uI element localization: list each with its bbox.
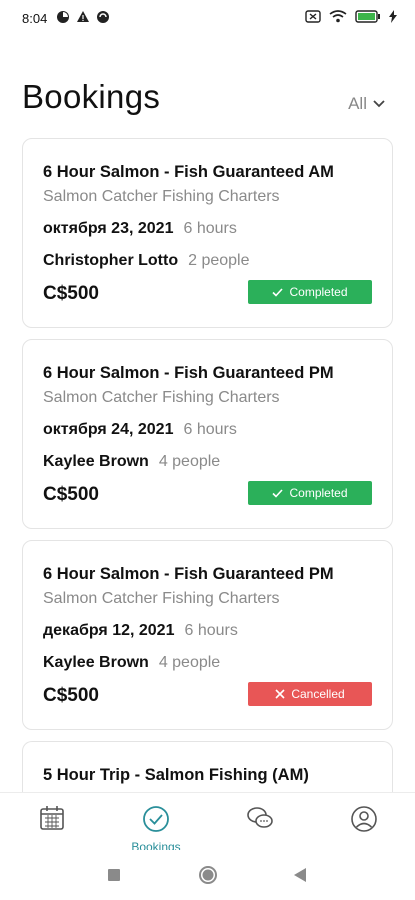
status-badge: Completed [248, 280, 372, 304]
status-bar: 8:04 [0, 0, 415, 36]
customer-name: Christopher Lotto [43, 252, 179, 269]
customer-name: Kaylee Brown [43, 453, 149, 470]
bottom-nav: Bookings [0, 792, 415, 854]
booking-card[interactable]: 6 Hour Salmon - Fish Guaranteed PM Salmo… [22, 540, 393, 730]
wifi-icon [329, 10, 347, 23]
status-badge: Completed [248, 481, 372, 505]
page-title: Bookings [22, 78, 161, 115]
battery-icon [355, 10, 380, 23]
booking-date: октября 23, 2021 [43, 220, 174, 237]
party-size: 4 people [158, 453, 221, 470]
filter-dropdown[interactable]: All [348, 94, 385, 114]
check-circle-icon [143, 806, 169, 832]
booking-price: C$500 [43, 685, 99, 706]
booking-price: C$500 [43, 283, 99, 304]
nav-bookings[interactable]: Bookings [126, 805, 186, 854]
warning-icon [77, 11, 89, 22]
nav-calendar[interactable] [22, 805, 82, 836]
status-time: 8:04 [22, 11, 48, 26]
operator-name: Salmon Catcher Fishing Charters [43, 188, 280, 205]
operator-name: Salmon Catcher Fishing Charters [43, 590, 280, 607]
check-icon [272, 287, 284, 297]
trip-title: 6 Hour Salmon - Fish Guaranteed AM [43, 163, 334, 181]
booking-card[interactable]: 6 Hour Salmon - Fish Guaranteed AM Salmo… [22, 138, 393, 328]
trip-title: 5 Hour Trip - Salmon Fishing (AM) [43, 766, 309, 784]
sim-off-icon [305, 10, 321, 23]
nav-profile[interactable] [334, 805, 394, 838]
back-icon[interactable] [293, 867, 307, 883]
bookings-list: 6 Hour Salmon - Fish Guaranteed AM Salmo… [22, 138, 393, 812]
status-label: Cancelled [291, 687, 345, 701]
booking-card[interactable]: 6 Hour Salmon - Fish Guaranteed PM Salmo… [22, 339, 393, 529]
status-label: Completed [289, 486, 348, 500]
trip-title: 6 Hour Salmon - Fish Guaranteed PM [43, 565, 334, 583]
customer-name: Kaylee Brown [43, 654, 149, 671]
calendar-icon [40, 806, 64, 830]
sync-icon [97, 11, 109, 23]
chevron-down-icon [373, 100, 385, 108]
booking-duration: 6 hours [183, 421, 237, 438]
recent-apps-icon[interactable] [107, 868, 121, 882]
booking-date: октября 24, 2021 [43, 421, 174, 438]
check-icon [272, 488, 284, 498]
status-label: Completed [289, 285, 348, 299]
system-nav-bar [0, 850, 415, 900]
booking-date: декабря 12, 2021 [43, 622, 175, 639]
booking-duration: 6 hours [184, 622, 238, 639]
close-icon [275, 689, 285, 699]
chat-icon [247, 807, 273, 828]
booking-price: C$500 [43, 484, 99, 505]
party-size: 2 people [188, 252, 250, 269]
filter-label: All [348, 94, 367, 113]
profile-icon [351, 806, 377, 832]
status-badge: Cancelled [248, 682, 372, 706]
booking-duration: 6 hours [183, 220, 237, 237]
operator-name: Salmon Catcher Fishing Charters [43, 389, 280, 406]
notification-icon [57, 11, 69, 23]
charging-icon [389, 10, 397, 23]
trip-title: 6 Hour Salmon - Fish Guaranteed PM [43, 364, 334, 382]
home-icon[interactable] [198, 865, 218, 885]
nav-messages[interactable] [230, 805, 290, 836]
party-size: 4 people [158, 654, 221, 671]
